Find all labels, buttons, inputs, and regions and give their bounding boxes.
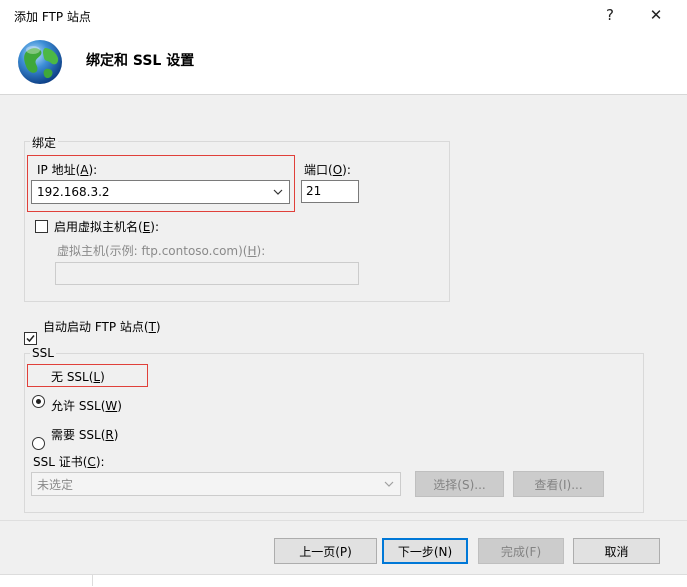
help-button[interactable]: ?: [588, 0, 632, 30]
close-icon: ✕: [649, 6, 663, 24]
footer-divider: [0, 520, 687, 521]
autostart-checkbox[interactable]: [24, 332, 37, 345]
ip-address-value: 192.168.3.2: [37, 185, 110, 199]
title-bar: 添加 FTP 站点 ? ✕: [0, 0, 687, 30]
binding-group-label: 绑定: [30, 134, 59, 151]
ssl-group-label: SSL: [30, 346, 56, 360]
virtual-host-input[interactable]: [55, 262, 359, 285]
ssl-cert-dropdown[interactable]: 未选定: [31, 472, 401, 496]
virtual-host-field-label: 虚拟主机(示例: ftp.contoso.com)(H):: [57, 244, 266, 258]
wizard-header: 绑定和 SSL 设置: [0, 30, 687, 95]
strip-divider: [92, 574, 93, 586]
checkmark-icon: [26, 335, 35, 343]
port-value: 21: [306, 184, 322, 198]
virtual-host-checkbox-label: 启用虚拟主机名(E):: [54, 220, 160, 234]
radio-selected-dot: [36, 399, 41, 404]
globe-icon: [18, 40, 62, 84]
view-cert-button[interactable]: 查看(I)...: [513, 471, 604, 497]
no-ssl-radio[interactable]: [32, 395, 45, 408]
finish-button[interactable]: 完成(F): [478, 538, 564, 564]
close-button[interactable]: ✕: [634, 0, 678, 30]
ssl-cert-label: SSL 证书(C):: [33, 455, 105, 469]
bottom-strip: [0, 574, 687, 587]
port-input[interactable]: 21: [301, 180, 359, 203]
allow-ssl-radio[interactable]: [32, 437, 45, 450]
require-ssl-label: 需要 SSL(R): [51, 428, 119, 442]
help-icon: ?: [606, 6, 614, 24]
no-ssl-label: 无 SSL(L): [51, 370, 105, 384]
chevron-down-icon: [384, 481, 394, 487]
ssl-cert-value: 未选定: [37, 477, 74, 492]
chevron-down-icon: [273, 189, 283, 195]
page-title: 绑定和 SSL 设置: [86, 53, 195, 69]
select-cert-button[interactable]: 选择(S)...: [415, 471, 504, 497]
next-button[interactable]: 下一步(N): [382, 538, 468, 564]
autostart-label: 自动启动 FTP 站点(T): [43, 320, 161, 334]
ip-address-label: IP 地址(A):: [37, 163, 98, 177]
allow-ssl-label: 允许 SSL(W): [51, 399, 122, 413]
cancel-button[interactable]: 取消: [573, 538, 660, 564]
port-label: 端口(O):: [304, 163, 351, 177]
virtual-host-checkbox[interactable]: [35, 220, 48, 233]
window-title: 添加 FTP 站点: [14, 10, 91, 24]
ip-address-dropdown[interactable]: 192.168.3.2: [31, 180, 290, 204]
previous-button[interactable]: 上一页(P): [274, 538, 377, 564]
